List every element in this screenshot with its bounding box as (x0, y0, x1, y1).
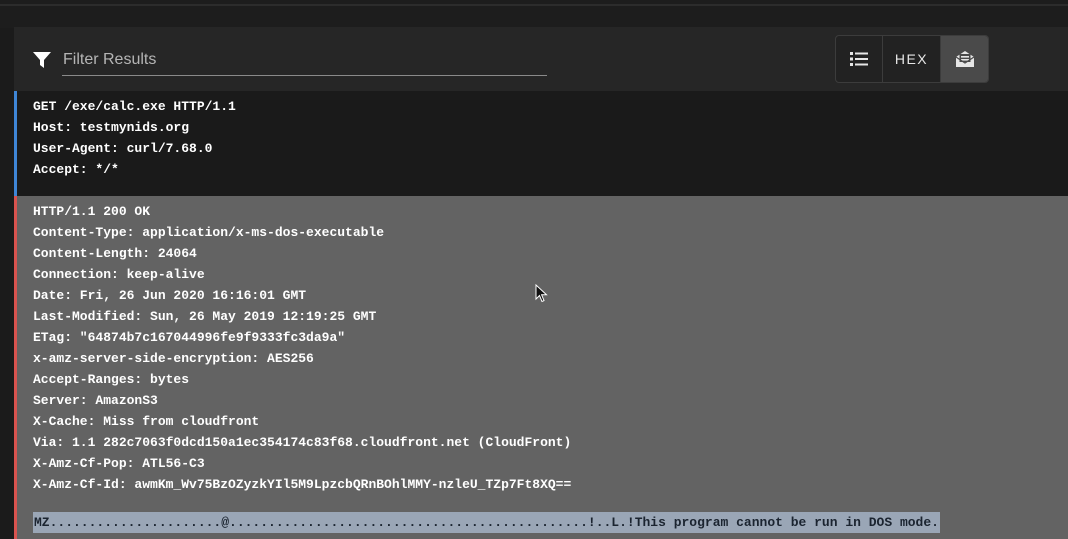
response-header: Content-Length: 24064 (33, 246, 197, 261)
response-header: Last-Modified: Sun, 26 May 2019 12:19:25… (33, 309, 377, 324)
response-header: Connection: keep-alive (33, 267, 205, 282)
request-line: GET /exe/calc.exe HTTP/1.1 (33, 99, 236, 114)
response-header: x-amz-server-side-encryption: AES256 (33, 351, 314, 366)
request-header-user-agent: User-Agent: curl/7.68.0 (33, 141, 213, 156)
view-mode-buttons: HEX (835, 35, 989, 83)
response-header: Via: 1.1 282c7063f0dcd150a1ec354174c83f6… (33, 435, 572, 450)
http-request-block: GET /exe/calc.exe HTTP/1.1 Host: testmyn… (14, 91, 1068, 196)
response-header: Accept-Ranges: bytes (33, 372, 190, 387)
response-header: ETag: "64874b7c167044996fe9f9333fc3da9a" (33, 330, 346, 345)
request-header-host: Host: testmynids.org (33, 120, 190, 135)
results-panel: HEX GET /exe/calc.exe HTTP/1.1 Host: tes… (14, 27, 1068, 539)
mouse-pointer-icon (535, 284, 548, 303)
filter-results-input[interactable] (62, 45, 547, 76)
envelope-open-icon (955, 51, 974, 67)
response-header: X-Amz-Cf-Pop: ATL56-C3 (33, 456, 205, 471)
response-header: X-Cache: Miss from cloudfront (33, 414, 260, 429)
response-header: Date: Fri, 26 Jun 2020 16:16:01 GMT (33, 288, 307, 303)
list-icon (850, 52, 868, 66)
response-status-line: HTTP/1.1 200 OK (33, 204, 151, 219)
results-toolbar: HEX (14, 27, 1068, 91)
response-header: Server: AmazonS3 (33, 393, 158, 408)
request-lines: GET /exe/calc.exe HTTP/1.1 Host: testmyn… (33, 96, 236, 180)
response-header: Content-Type: application/x-ms-dos-execu… (33, 225, 385, 240)
top-divider (0, 4, 1068, 6)
filter-icon (33, 52, 51, 68)
hex-view-button[interactable]: HEX (882, 36, 940, 82)
response-header: X-Amz-Cf-Id: awmKm_Wv75BzOZyzkYIl5M9Lpzc… (33, 477, 572, 492)
top-strip (0, 0, 1068, 28)
response-lines: HTTP/1.1 200 OK Content-Type: applicatio… (33, 201, 571, 495)
request-header-accept: Accept: */* (33, 162, 119, 177)
http-response-block: HTTP/1.1 200 OK Content-Type: applicatio… (14, 196, 1068, 539)
raw-view-button[interactable] (940, 36, 988, 82)
list-view-button[interactable] (836, 36, 882, 82)
response-body-selected-text[interactable]: MZ......................@...............… (33, 512, 940, 533)
